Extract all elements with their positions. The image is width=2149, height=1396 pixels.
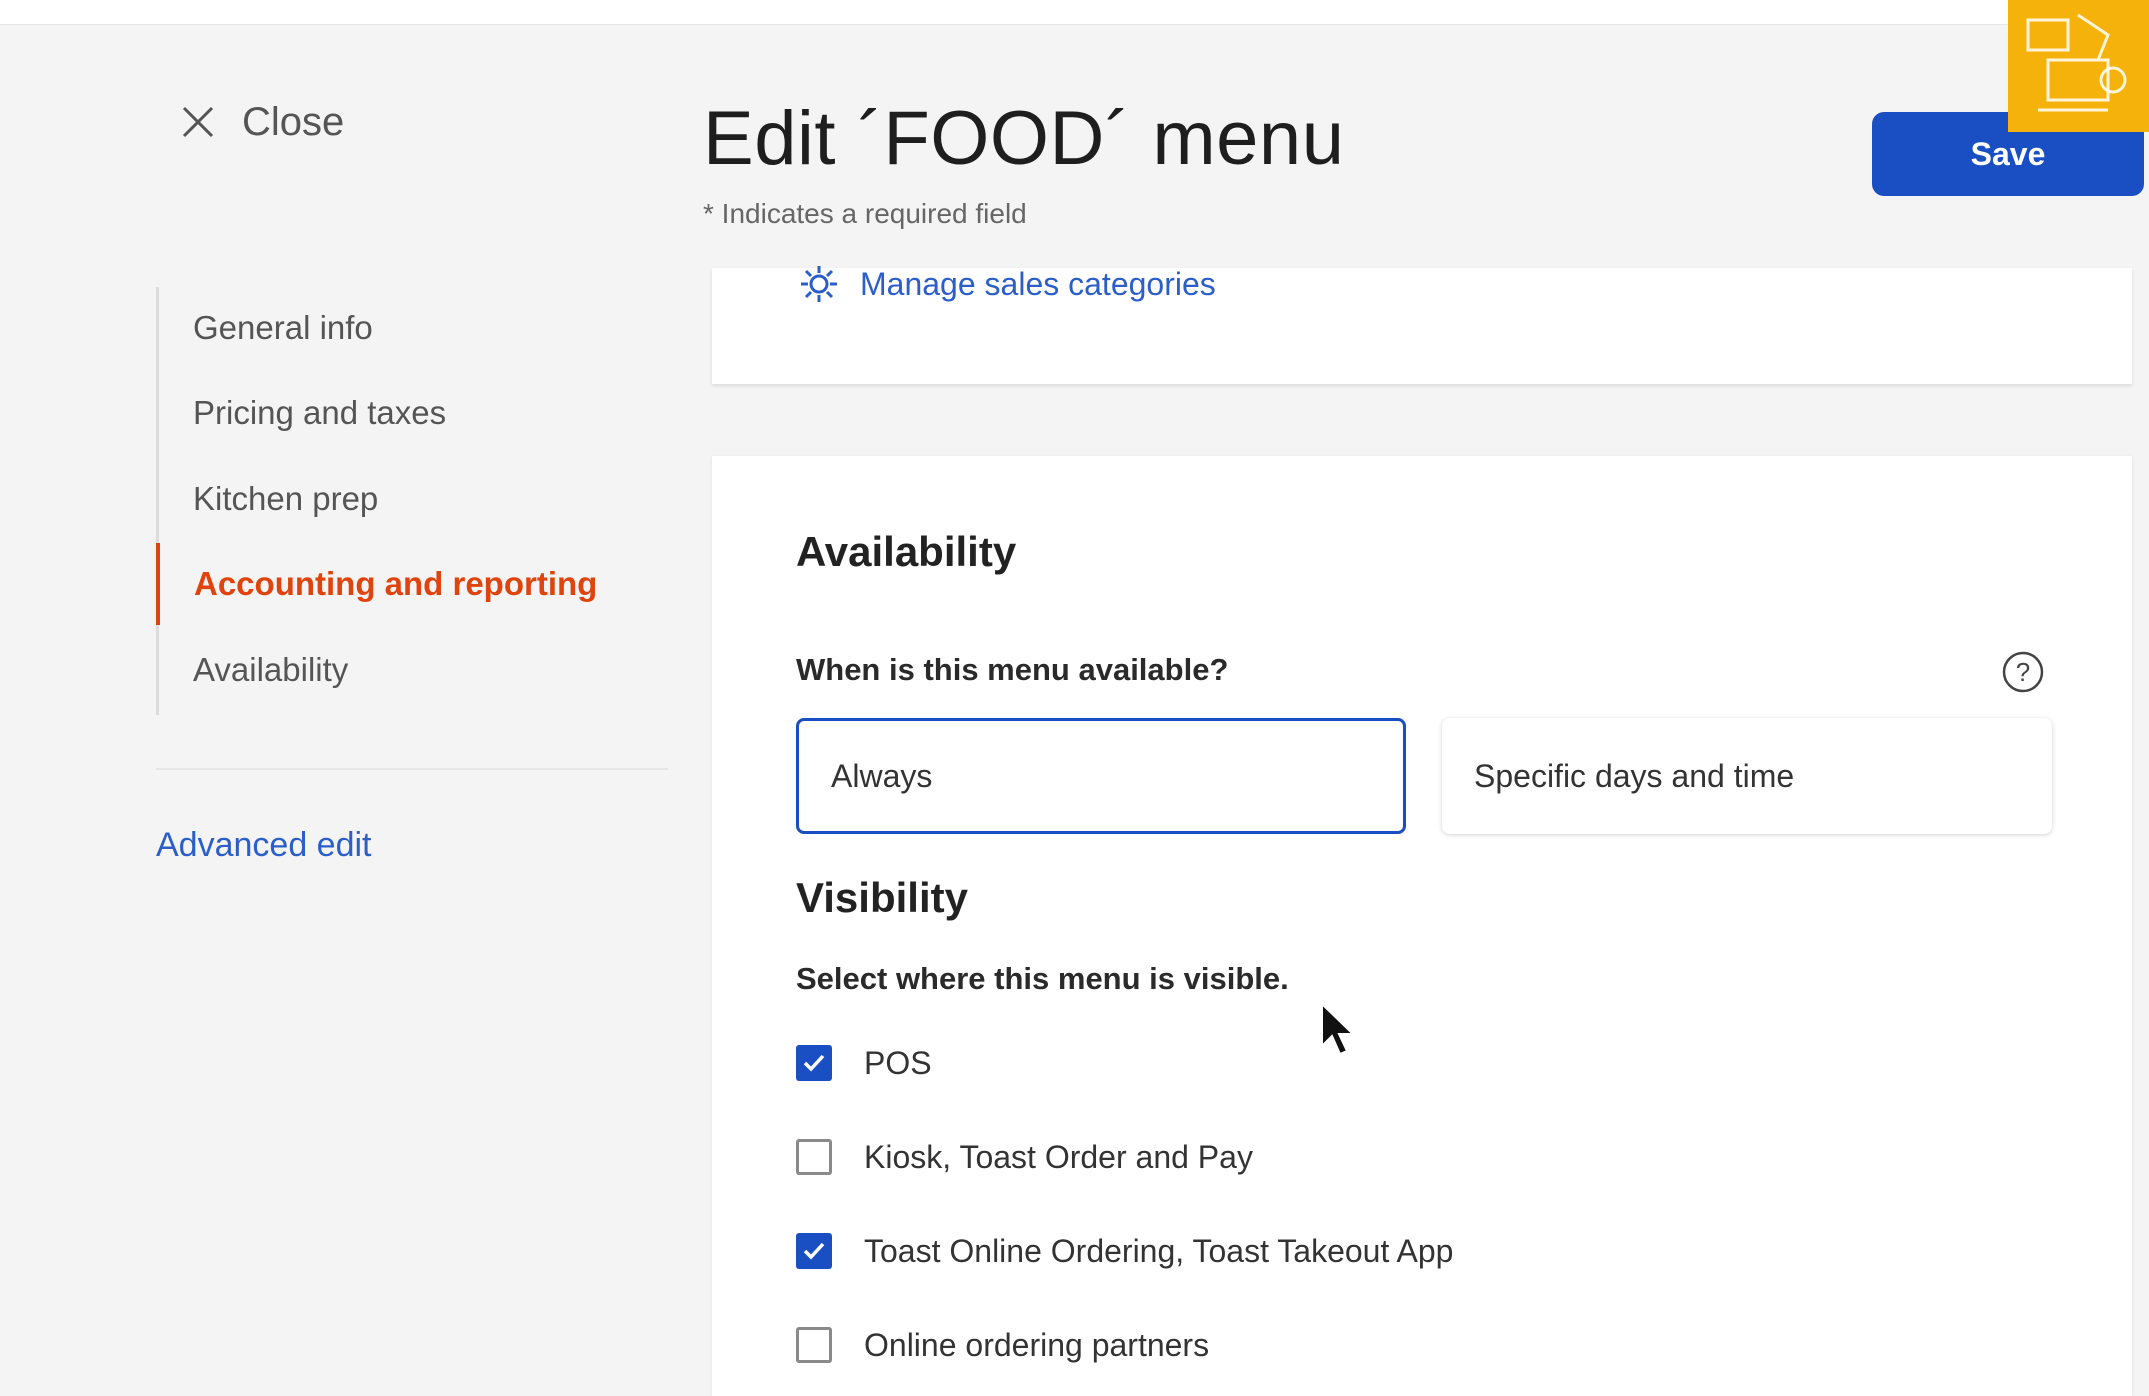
doodle-icon xyxy=(2026,13,2127,112)
visibility-option-label: Kiosk, Toast Order and Pay xyxy=(864,1138,1253,1175)
visibility-option-partners[interactable]: Online ordering partners xyxy=(796,1322,1209,1368)
visibility-option-online-ordering[interactable]: Toast Online Ordering, Toast Takeout App xyxy=(796,1228,1453,1274)
manage-sales-categories-link[interactable]: Manage sales categories xyxy=(798,256,1216,312)
nav-item-general-info[interactable]: General info xyxy=(159,287,679,369)
close-label: Close xyxy=(242,99,345,144)
nav-divider xyxy=(156,768,668,770)
section-nav: General info Pricing and taxes Kitchen p… xyxy=(156,287,597,715)
required-field-note: * Indicates a required field xyxy=(703,198,1027,229)
visibility-option-label: POS xyxy=(864,1044,932,1081)
availability-option-specific-days[interactable]: Specific days and time xyxy=(1442,718,2052,834)
checkmark-icon xyxy=(803,1242,825,1260)
sales-categories-card: Manage sales categories xyxy=(712,266,2132,384)
checkbox-checked[interactable] xyxy=(796,1233,832,1269)
checkbox-checked[interactable] xyxy=(796,1045,832,1081)
manage-sales-categories-label: Manage sales categories xyxy=(860,265,1216,302)
help-icon[interactable]: ? xyxy=(2001,650,2045,694)
nav-item-accounting-and-reporting[interactable]: Accounting and reporting xyxy=(156,543,676,625)
advanced-edit-link[interactable]: Advanced edit xyxy=(156,826,372,865)
checkbox-unchecked[interactable] xyxy=(796,1327,832,1363)
nav-item-availability[interactable]: Availability xyxy=(159,629,679,711)
visibility-heading: Visibility xyxy=(796,874,968,921)
visibility-option-pos[interactable]: POS xyxy=(796,1040,932,1086)
nav-item-pricing-and-taxes[interactable]: Pricing and taxes xyxy=(159,372,679,454)
nav-item-kitchen-prep[interactable]: Kitchen prep xyxy=(159,458,679,540)
availability-question: When is this menu available? xyxy=(796,652,1229,687)
availability-option-always[interactable]: Always xyxy=(796,718,1406,834)
svg-text:?: ? xyxy=(2016,657,2030,687)
close-button[interactable]: Close xyxy=(180,96,344,148)
top-bar xyxy=(0,0,2149,25)
visibility-option-label: Toast Online Ordering, Toast Takeout App xyxy=(864,1232,1454,1269)
visibility-option-kiosk[interactable]: Kiosk, Toast Order and Pay xyxy=(796,1134,1253,1180)
corner-logo xyxy=(2008,0,2149,132)
gear-icon xyxy=(801,266,837,302)
checkmark-icon xyxy=(803,1054,825,1072)
visibility-option-label: Online ordering partners xyxy=(864,1326,1210,1363)
close-icon xyxy=(182,106,214,138)
availability-card: Availability When is this menu available… xyxy=(712,456,2132,1396)
checkbox-unchecked[interactable] xyxy=(796,1139,832,1175)
availability-heading: Availability xyxy=(796,528,1017,575)
mouse-cursor-icon xyxy=(1321,1002,1356,1056)
page-title: Edit ´FOOD´ menu xyxy=(703,96,1345,181)
visibility-prompt: Select where this menu is visible. xyxy=(796,961,1289,996)
